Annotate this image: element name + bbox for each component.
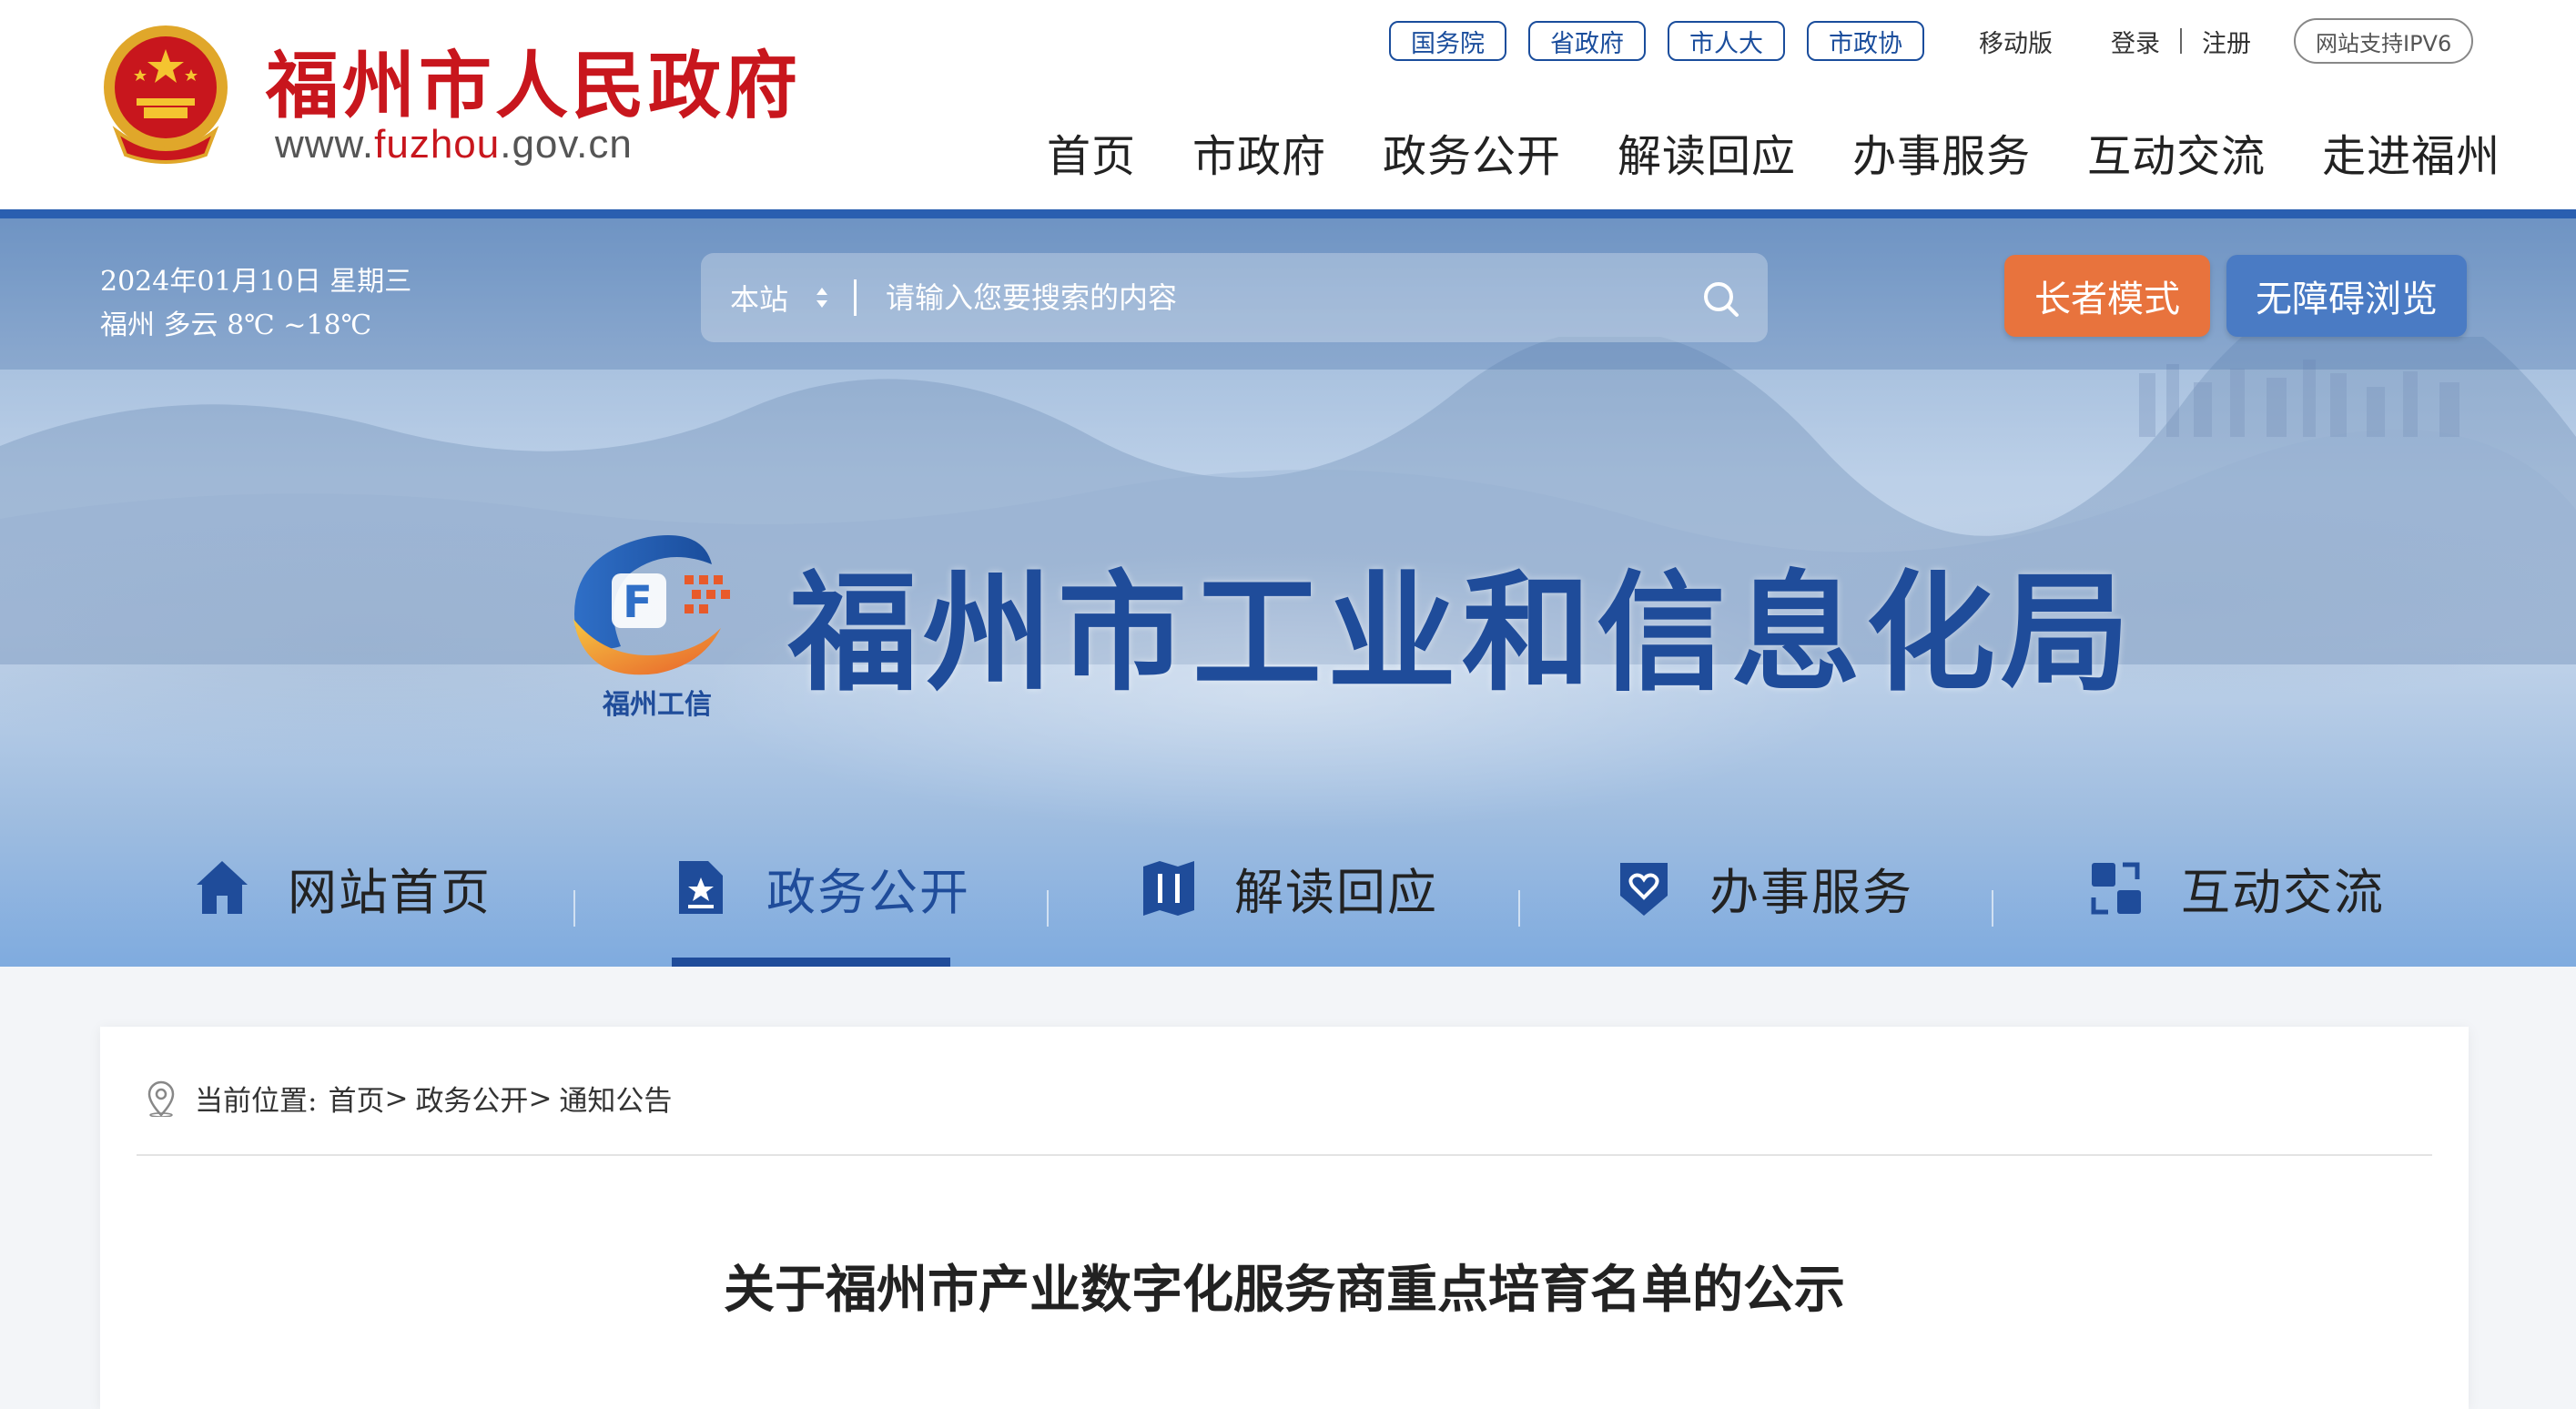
bureau-logo-icon: F 福州工信 <box>573 535 730 721</box>
subnav-interpretation-label: 解读回应 <box>1234 863 1438 921</box>
exchange-icon <box>2091 862 2141 915</box>
nav-city-government[interactable]: 市政府 <box>1192 120 1326 184</box>
subnav-divider <box>573 890 575 927</box>
site-header: 福州市人民政府 www.fuzhou.gov.cn 国务院 省政府 市人大 市政… <box>0 0 2576 211</box>
nav-interaction[interactable]: 互动交流 <box>2087 120 2266 184</box>
site-url-suffix: .gov.cn <box>500 122 633 167</box>
search-input[interactable] <box>886 270 1688 325</box>
header-divider <box>0 209 2576 218</box>
link-state-council[interactable]: 国务院 <box>1389 21 1506 61</box>
subnav-government-affairs-label: 政务公开 <box>766 863 970 921</box>
sub-nav: 网站首页 政务公开 解读回应 办事服务 互动交流 <box>0 810 2576 967</box>
heart-shield-icon <box>1620 863 1668 916</box>
main-nav: 首页 市政府 政务公开 解读回应 办事服务 互动交流 走进福州 <box>1047 120 2500 184</box>
sort-arrows-icon[interactable] <box>814 284 830 311</box>
site-url[interactable]: www.fuzhou.gov.cn <box>275 122 633 167</box>
breadcrumb-divider <box>137 1154 2432 1156</box>
top-links: 国务院 省政府 市人大 市政协 移动版 登录 注册 <box>1389 20 2251 62</box>
current-date: 2024年01月10日 星期三 <box>100 266 412 298</box>
breadcrumb-government-affairs[interactable]: 政务公开 <box>415 1078 528 1119</box>
nav-services[interactable]: 办事服务 <box>1852 120 2031 184</box>
nav-about-fuzhou[interactable]: 走进福州 <box>2322 120 2500 184</box>
ipv6-badge: 网站支持IPV6 <box>2294 18 2474 64</box>
search-divider <box>854 279 857 316</box>
mobile-version-link[interactable]: 移动版 <box>1979 24 2053 59</box>
subnav-services-label: 办事服务 <box>1709 863 1913 921</box>
register-link[interactable]: 注册 <box>2202 24 2251 59</box>
subnav-interaction-label: 互动交流 <box>2181 863 2385 921</box>
site-url-accent: fuzhou <box>374 122 501 167</box>
subnav-home-label: 网站首页 <box>288 863 492 921</box>
search-scope-select[interactable]: 本站 <box>730 277 788 319</box>
subnav-interaction[interactable]: 互动交流 <box>2086 846 2385 928</box>
weather-info: 福州 多云 8℃ ~18℃ <box>100 309 372 341</box>
article-title: 关于福州市产业数字化服务商重点培育名单的公示 <box>724 1260 1845 1320</box>
breadcrumb: 当前位置: 首页 > 政务公开 > 通知公告 <box>146 1078 672 1119</box>
bureau-title: 福州市工业和信息化局 <box>788 558 2135 709</box>
nav-interpretation[interactable]: 解读回应 <box>1618 120 1796 184</box>
subnav-home[interactable]: 网站首页 <box>193 846 492 928</box>
map-book-icon <box>1143 861 1194 916</box>
breadcrumb-notices[interactable]: 通知公告 <box>559 1078 672 1119</box>
breadcrumb-separator: > <box>384 1081 409 1115</box>
breadcrumb-home[interactable]: 首页 <box>328 1078 384 1119</box>
subnav-interpretation[interactable]: 解读回应 <box>1140 846 1438 928</box>
utility-bar: 2024年01月10日 星期三 福州 多云 8℃ ~18℃ 本站 长者模式 无障… <box>0 218 2576 370</box>
breadcrumb-separator: > <box>528 1081 553 1115</box>
search-icon[interactable] <box>1702 280 1740 319</box>
home-icon <box>197 861 248 914</box>
accessibility-button[interactable]: 无障碍浏览 <box>2226 255 2467 337</box>
banner: 2024年01月10日 星期三 福州 多云 8℃ ~18℃ 本站 长者模式 无障… <box>0 218 2576 967</box>
site-title[interactable]: 福州市人民政府 <box>266 27 801 133</box>
subnav-divider <box>1047 890 1049 927</box>
nav-home[interactable]: 首页 <box>1047 120 1136 184</box>
search-bar: 本站 <box>701 253 1768 342</box>
svg-text:F: F <box>623 577 653 628</box>
document-star-icon <box>679 861 723 914</box>
link-city-cppcc[interactable]: 市政协 <box>1807 21 1924 61</box>
link-provincial-gov[interactable]: 省政府 <box>1528 21 1646 61</box>
subnav-services[interactable]: 办事服务 <box>1615 846 1913 928</box>
subnav-divider <box>1992 890 1993 927</box>
article-card: 当前位置: 首页 > 政务公开 > 通知公告 关于福州市产业数字化服务商重点培育… <box>100 1027 2469 1409</box>
login-link[interactable]: 登录 <box>2111 24 2160 59</box>
location-pin-icon <box>147 1080 175 1117</box>
breadcrumb-prefix: 当前位置: <box>195 1085 318 1118</box>
login-register-divider <box>2180 28 2182 54</box>
elder-mode-button[interactable]: 长者模式 <box>2004 255 2210 337</box>
link-city-npc[interactable]: 市人大 <box>1668 21 1785 61</box>
subnav-divider <box>1518 890 1520 927</box>
nav-government-affairs[interactable]: 政务公开 <box>1383 120 1561 184</box>
site-url-prefix: www. <box>275 122 375 167</box>
national-emblem-icon <box>104 25 228 164</box>
subnav-government-affairs[interactable]: 政务公开 <box>672 846 970 928</box>
active-tab-indicator <box>672 958 950 967</box>
bureau-logo-caption: 福州工信 <box>602 689 712 721</box>
